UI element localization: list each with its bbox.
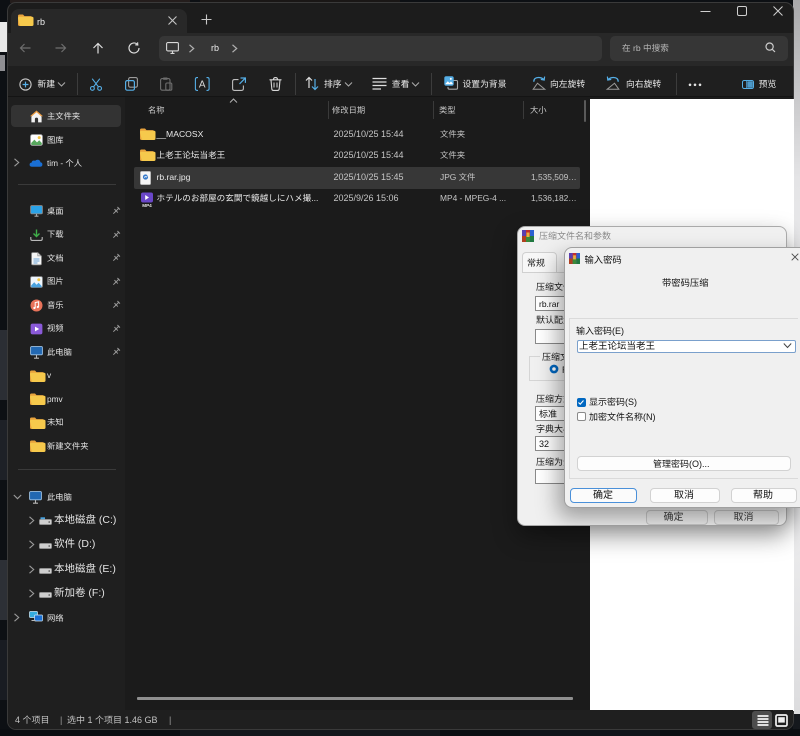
svg-text:MP4: MP4 [142,203,152,208]
svg-text:A: A [199,80,206,91]
